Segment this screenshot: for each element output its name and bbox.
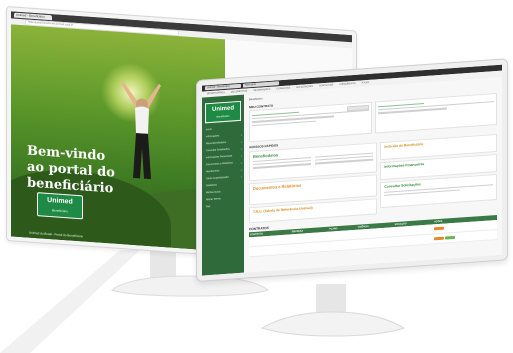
table-cell (393, 233, 434, 247)
sidebar-item-label: Informações (206, 134, 220, 139)
chevron-right-icon: › (241, 167, 242, 172)
sidebar-item-label: Alterar Senha (206, 197, 221, 202)
tile-consultar[interactable]: Consultar Solicitações (380, 173, 497, 209)
chevron-right-icon: › (241, 174, 242, 179)
chevron-right-icon: › (241, 139, 242, 144)
sidebar-item-label: Início (206, 127, 212, 132)
hero-image: Bem-vindo ao portal do beneficiário Unim… (11, 24, 225, 252)
sidebar-item-label: Relatórios (206, 183, 217, 188)
shortcuts-left: Beneficiários Documentos e Relatórios T.… (249, 142, 378, 225)
right-monitor: Unimed - Beneficiário Nova guia BENEFICI… (196, 58, 508, 283)
nav-item[interactable]: DOCUMENTOS (230, 90, 249, 93)
sidebar: Unimed Beneficiário Início Informações › … (202, 94, 244, 276)
table-cell (356, 236, 394, 250)
table-cell (249, 243, 291, 257)
sidebar-item-label: Atendimento (206, 169, 220, 174)
sidebar-item-label: Minhas Guias (206, 190, 221, 195)
hero-title: Bem-vindo ao portal do beneficiário (27, 143, 127, 198)
nav-item[interactable]: ATENDIMENTO (338, 83, 357, 86)
brand-text: Unimed (211, 105, 234, 113)
main-content: Beneficiário MEU CONTRATO ACESSOS RÁPIDO… (244, 76, 502, 273)
action-button[interactable] (434, 236, 445, 240)
right-monitor-screen: Unimed - Beneficiário Nova guia BENEFICI… (202, 64, 502, 276)
chevron-right-icon: › (241, 160, 242, 165)
nav-item[interactable]: CONTRATOS (318, 84, 334, 87)
brand-subtext: Beneficiário (216, 114, 230, 119)
shortcuts-right: Inclusão de Beneficiário Informações Fin… (380, 133, 497, 216)
table-cell (290, 241, 329, 254)
logo-text: Unimed (47, 196, 73, 206)
logo-subtext: Beneficiário (52, 208, 68, 214)
action-button[interactable] (444, 235, 455, 240)
nav-item[interactable]: CONSULTAS (275, 87, 291, 90)
unimed-logo[interactable]: Unimed Beneficiário (205, 100, 241, 124)
unimed-logo: Unimed Beneficiário (37, 192, 83, 220)
chevron-right-icon: › (241, 132, 242, 137)
chevron-right-icon: › (241, 153, 242, 158)
action-button[interactable] (434, 226, 445, 230)
nav-item[interactable]: BENEFICIÁRIOS (206, 92, 226, 95)
tile-title: Informações Financeiras (384, 162, 425, 169)
page-breadcrumb: Beneficiário (249, 97, 263, 102)
tile-title: Inclusão de Beneficiário (384, 142, 424, 149)
table-cell (328, 239, 357, 252)
nav-item[interactable]: INFORMAÇÕES (252, 89, 271, 92)
nav-item[interactable]: SOLICITAÇÕES (295, 86, 314, 89)
nav-item[interactable]: AJUDA (361, 82, 371, 85)
sidebar-item-label: Sair (206, 205, 211, 209)
chevron-right-icon: › (241, 146, 242, 151)
